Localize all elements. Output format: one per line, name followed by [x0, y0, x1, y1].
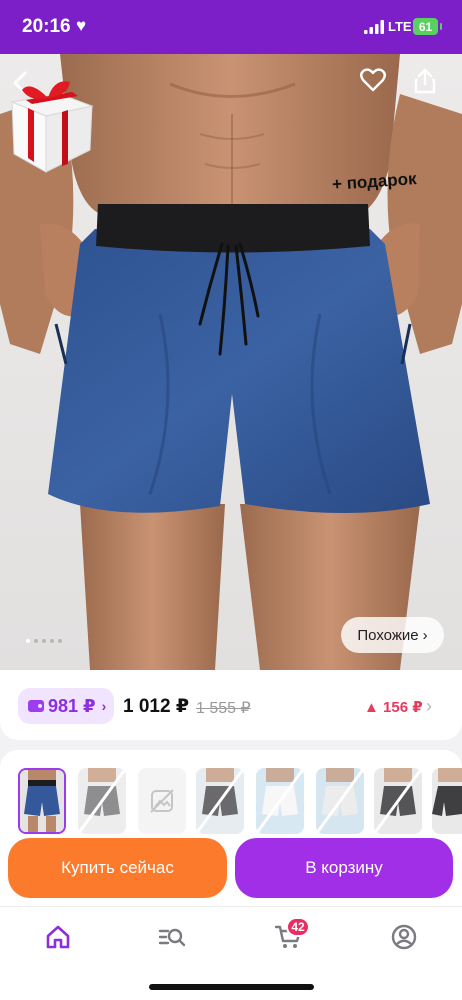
pager-dot: [58, 639, 62, 643]
profile-icon[interactable]: [390, 923, 418, 951]
variant-thumb[interactable]: [196, 768, 244, 834]
gift-box-icon: [10, 81, 94, 173]
chevron-right-icon: ›: [101, 698, 107, 714]
pager-dot: [34, 639, 38, 643]
variant-thumb[interactable]: [256, 768, 304, 834]
product-image-gallery[interactable]: + подарок Похожие ›: [0, 54, 462, 670]
pager-dot: [42, 639, 46, 643]
battery-indicator: 61: [413, 18, 442, 35]
signal-icon: [364, 20, 384, 34]
similar-products-button[interactable]: Похожие ›: [341, 617, 444, 653]
chevron-right-icon: ›: [422, 626, 428, 644]
product-screen: 20:16 ♥ LTE 61 + подарок Похожие › 981 ₽…: [0, 0, 462, 1000]
home-icon[interactable]: [44, 923, 72, 951]
network-type: LTE: [388, 19, 412, 34]
old-price: 1 555 ₽: [196, 700, 251, 717]
wallet-icon: [28, 700, 44, 712]
variant-thumb[interactable]: [374, 768, 422, 834]
home-indicator: [149, 984, 314, 990]
status-time: 20:16: [22, 16, 71, 37]
price-change[interactable]: ▲ 156 ₽: [364, 698, 423, 716]
chevron-right-icon[interactable]: ›: [426, 696, 432, 717]
catalog-search-icon[interactable]: [158, 923, 186, 951]
pager-dot: [26, 639, 30, 643]
variant-thumb[interactable]: [432, 768, 462, 834]
heart-icon[interactable]: [360, 68, 396, 104]
price-card: 981 ₽ › 1 012 ₽ 1 555 ₽ ▲ 156 ₽ ›: [0, 670, 462, 740]
wallet-price: 981 ₽: [48, 695, 96, 716]
variant-thumb[interactable]: [78, 768, 126, 834]
current-price: 1 012 ₽: [123, 696, 190, 717]
status-bar: 20:16 ♥ LTE 61: [0, 0, 462, 54]
wallet-price-badge[interactable]: 981 ₽ ›: [18, 688, 114, 724]
heart-status-icon: ♥: [76, 16, 87, 35]
similar-label: Похожие: [357, 626, 419, 644]
variant-thumb[interactable]: [316, 768, 364, 834]
cart-count-badge: 42: [286, 917, 310, 937]
variant-thumb[interactable]: [138, 768, 186, 834]
variant-thumb[interactable]: [18, 768, 66, 834]
image-placeholder-icon: [150, 789, 174, 813]
buy-now-button[interactable]: Купить сейчас: [8, 838, 227, 898]
add-to-cart-button[interactable]: В корзину: [235, 838, 453, 898]
gallery-pager: [26, 639, 62, 643]
share-icon[interactable]: [414, 68, 450, 104]
pager-dot: [50, 639, 54, 643]
